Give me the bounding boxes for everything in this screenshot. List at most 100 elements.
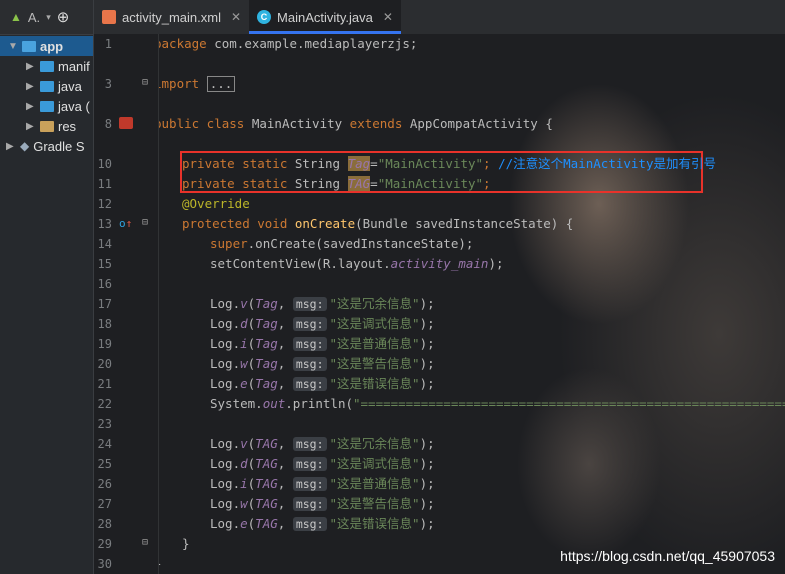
- code-line: Log.d(TAG, msg: "这是调式信息");: [210, 456, 435, 471]
- editor-gutter: 1 3 8 10 11 12 13 14 15 16 17 18 19 20 2…: [94, 34, 159, 574]
- fold-icon[interactable]: ⊟: [142, 217, 148, 228]
- tree-item-java[interactable]: ▶ java: [26, 76, 82, 96]
- code-line: System.out.println("====================…: [210, 396, 785, 411]
- locate-icon[interactable]: ⊕: [57, 8, 70, 26]
- tree-item-java-generated[interactable]: ▶ java (: [26, 96, 90, 116]
- parameter-hint: msg:: [292, 477, 327, 491]
- tab-activity-main-xml[interactable]: activity_main.xml ✕: [94, 0, 249, 34]
- line-number: 19: [97, 337, 112, 351]
- line-number: 10: [97, 157, 112, 171]
- line-number: 30: [97, 557, 112, 571]
- override-icon[interactable]: o↑: [119, 217, 132, 230]
- line-number: 23: [97, 417, 112, 431]
- project-panel: ▲ A. ▾ ⊕ ▼ app ▶ manif ▶ java ▶ java ( ▶…: [0, 0, 94, 574]
- code-editor[interactable]: package com.example.mediaplayerzjs; impo…: [159, 34, 785, 574]
- code-line: Log.w(TAG, msg: "这是警告信息");: [210, 496, 435, 511]
- tree-item-gradle-scripts[interactable]: ▶ ◆ Gradle S: [6, 136, 85, 156]
- code-line: protected void onCreate(Bundle savedInst…: [182, 216, 574, 231]
- line-number: 3: [104, 77, 112, 91]
- parameter-hint: msg:: [292, 517, 327, 531]
- line-number: 24: [97, 437, 112, 451]
- line-number: 20: [97, 357, 112, 371]
- class-run-icon[interactable]: [119, 117, 133, 129]
- tree-item-label: java (: [58, 98, 90, 114]
- tab-label: activity_main.xml: [122, 9, 221, 25]
- parameter-hint: msg:: [292, 437, 327, 451]
- tab-main-activity-java[interactable]: C MainActivity.java ✕: [249, 0, 401, 34]
- parameter-hint: msg:: [292, 317, 327, 331]
- code-line: public class MainActivity extends AppCom…: [159, 116, 553, 131]
- line-number: 8: [104, 117, 112, 131]
- fold-icon[interactable]: ⊟: [142, 77, 148, 88]
- tree-item-label: res: [58, 118, 77, 134]
- editor-tabs: activity_main.xml ✕ C MainActivity.java …: [94, 0, 785, 35]
- line-number: 18: [97, 317, 112, 331]
- code-line: setContentView(R.layout.activity_main);: [210, 256, 504, 271]
- code-line: Log.i(Tag, msg: "这是普通信息");: [210, 336, 435, 351]
- code-line: }: [182, 536, 190, 551]
- code-line: package com.example.mediaplayerzjs;: [159, 36, 418, 51]
- code-line: import ...: [159, 74, 236, 94]
- tree-item-app[interactable]: ▼ app: [0, 36, 93, 56]
- chevron-right-icon[interactable]: ▶: [26, 101, 36, 112]
- chevron-down-icon[interactable]: ▾: [46, 12, 51, 23]
- project-panel-header: ▲ A. ▾ ⊕: [0, 0, 93, 35]
- close-icon[interactable]: ✕: [231, 10, 241, 24]
- line-number: 16: [97, 277, 112, 291]
- chevron-right-icon[interactable]: ▶: [26, 81, 36, 92]
- generated-folder-icon: [40, 100, 54, 112]
- code-line: Log.v(Tag, msg: "这是冗余信息");: [210, 296, 435, 311]
- code-line: Log.e(TAG, msg: "这是错误信息");: [210, 516, 435, 531]
- parameter-hint: msg:: [292, 497, 327, 511]
- close-icon[interactable]: ✕: [383, 10, 393, 24]
- parameter-hint: msg:: [292, 297, 327, 311]
- gradle-icon: ◆: [20, 139, 30, 153]
- line-number: 29: [97, 537, 112, 551]
- line-number: 27: [97, 497, 112, 511]
- line-number: 11: [97, 177, 112, 191]
- parameter-hint: msg:: [292, 377, 327, 391]
- line-number: 13: [97, 217, 112, 231]
- chevron-down-icon[interactable]: ▼: [8, 41, 18, 52]
- line-number: 21: [97, 377, 112, 391]
- chevron-right-icon[interactable]: ▶: [26, 61, 36, 72]
- code-line: }: [159, 554, 162, 574]
- line-number: 25: [97, 457, 112, 471]
- line-number: 22: [97, 397, 112, 411]
- code-line: super.onCreate(savedInstanceState);: [210, 236, 474, 251]
- folded-imports[interactable]: ...: [206, 76, 236, 92]
- line-number: 28: [97, 517, 112, 531]
- chevron-right-icon[interactable]: ▶: [6, 141, 16, 152]
- project-view-dropdown[interactable]: A.: [28, 10, 40, 25]
- code-line: @Override: [182, 196, 250, 211]
- tree-item-manifests[interactable]: ▶ manif: [26, 56, 90, 76]
- code-line: private static String TAG="MainActivity"…: [182, 176, 491, 191]
- line-number: 1: [104, 37, 112, 51]
- line-number: 26: [97, 477, 112, 491]
- tree-item-label: app: [40, 38, 64, 54]
- tab-label: MainActivity.java: [277, 9, 373, 25]
- line-number: 14: [97, 237, 112, 251]
- java-class-icon: C: [257, 10, 272, 24]
- parameter-hint: msg:: [292, 457, 327, 471]
- code-line: Log.i(TAG, msg: "这是普通信息");: [210, 476, 435, 491]
- watermark-text: https://blog.csdn.net/qq_45907053: [560, 548, 775, 564]
- chevron-right-icon[interactable]: ▶: [26, 121, 36, 132]
- tree-item-label: java: [58, 78, 82, 94]
- fold-icon[interactable]: ⊟: [142, 537, 148, 548]
- code-line: Log.w(Tag, msg: "这是警告信息");: [210, 356, 435, 371]
- line-number: 17: [97, 297, 112, 311]
- res-folder-icon: [40, 120, 54, 132]
- android-icon: ▲: [10, 10, 22, 24]
- line-number: 12: [97, 197, 112, 211]
- parameter-hint: msg:: [292, 337, 327, 351]
- folder-icon: [40, 80, 54, 92]
- folder-icon: [40, 60, 54, 72]
- code-line: Log.d(Tag, msg: "这是调式信息");: [210, 316, 435, 331]
- line-number: 15: [97, 257, 112, 271]
- code-line: private static String Tag="MainActivity"…: [182, 156, 716, 171]
- code-line: Log.e(Tag, msg: "这是错误信息");: [210, 376, 435, 391]
- module-folder-icon: [22, 40, 36, 52]
- tree-item-label: manif: [58, 58, 90, 74]
- tree-item-res[interactable]: ▶ res: [26, 116, 76, 136]
